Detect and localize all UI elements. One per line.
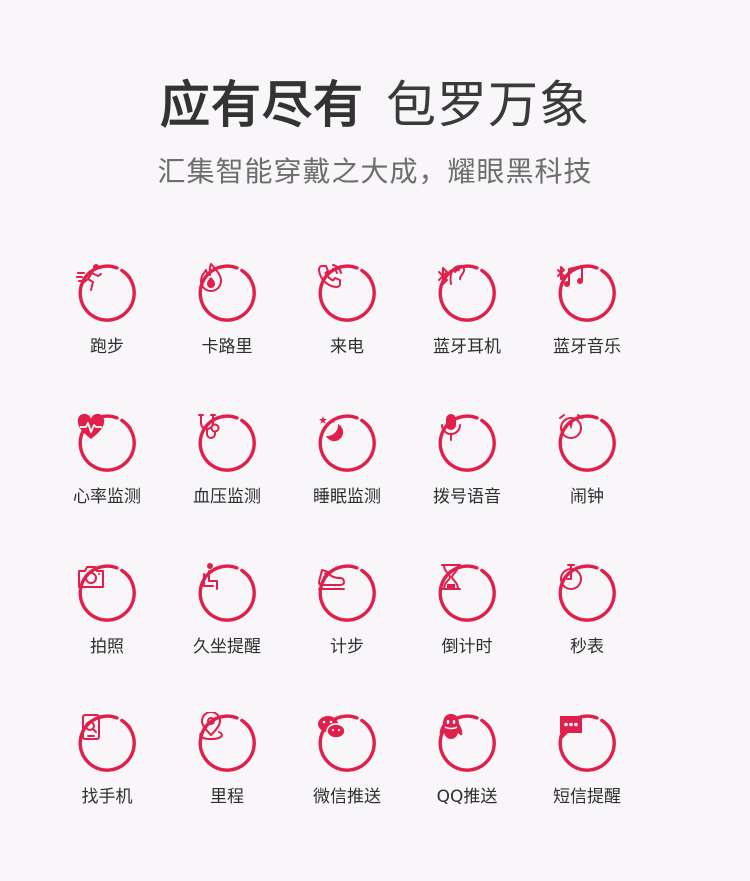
feature-label: 计步 <box>330 637 364 657</box>
feature-item: QQ推送 <box>407 712 527 808</box>
feature-icon-ring <box>556 712 618 774</box>
feature-item: 血压监测 <box>167 412 287 508</box>
page-title: 应有尽有 包罗万象 <box>0 70 750 140</box>
sitting-person-icon <box>203 563 218 590</box>
feature-item: 久坐提醒 <box>167 562 287 658</box>
microphone-icon <box>441 414 461 441</box>
feature-label: 心率监测 <box>73 487 141 507</box>
find-phone-icon <box>82 714 100 740</box>
camera-icon <box>78 566 104 588</box>
incoming-call-icon <box>318 264 342 288</box>
feature-icon-ring <box>316 262 378 324</box>
feature-icon-ring <box>556 262 618 324</box>
feature-icon-ring <box>436 562 498 624</box>
feature-item: 里程 <box>167 712 287 808</box>
feature-icon-ring <box>316 562 378 624</box>
feature-item: 闹钟 <box>527 412 647 508</box>
feature-label: 找手机 <box>81 787 133 807</box>
feature-item: 卡路里 <box>167 262 287 358</box>
title-light: 包罗万象 <box>386 76 590 134</box>
feature-icon-ring <box>196 562 258 624</box>
feature-label: QQ推送 <box>436 787 498 807</box>
hourglass-icon <box>441 564 461 590</box>
shoe-icon <box>318 569 345 590</box>
feature-item: 蓝牙耳机 <box>407 262 527 358</box>
feature-item: 秒表 <box>527 562 647 658</box>
feature-item: 来电 <box>287 262 407 358</box>
feature-label: 拨号语音 <box>433 487 501 507</box>
running-icon <box>76 264 102 291</box>
bluetooth-music-icon <box>557 265 583 287</box>
feature-icon-ring <box>76 412 138 474</box>
flame-icon <box>200 263 222 292</box>
feature-item: 拍照 <box>47 562 167 658</box>
heart-rate-icon <box>77 413 105 439</box>
stethoscope-icon <box>198 414 220 439</box>
sms-icon <box>560 716 582 739</box>
feature-icon-ring <box>76 262 138 324</box>
feature-item: 短信提醒 <box>527 712 647 808</box>
feature-label: 睡眠监测 <box>313 487 381 507</box>
feature-label: 蓝牙耳机 <box>433 337 501 357</box>
feature-icon-ring <box>196 712 258 774</box>
feature-item: 拨号语音 <box>407 412 527 508</box>
feature-label: 来电 <box>330 337 364 357</box>
feature-item: 计步 <box>287 562 407 658</box>
feature-label: 卡路里 <box>201 337 253 357</box>
feature-label: 短信提醒 <box>553 787 621 807</box>
title-bold: 应有尽有 <box>160 76 364 134</box>
feature-icon-ring <box>556 562 618 624</box>
feature-icon-ring <box>76 562 138 624</box>
feature-label: 久坐提醒 <box>193 637 261 657</box>
page: 应有尽有 包罗万象 汇集智能穿戴之大成，耀眼黑科技 跑步 卡路里 来电 蓝牙耳机 蓝牙音乐… <box>0 0 750 881</box>
wechat-icon <box>318 716 346 739</box>
feature-icon-ring <box>196 262 258 324</box>
feature-icon-ring <box>436 712 498 774</box>
feature-icon-ring <box>316 712 378 774</box>
feature-item: 睡眠监测 <box>287 412 407 508</box>
feature-item: 找手机 <box>47 712 167 808</box>
bluetooth-headset-icon <box>438 265 465 285</box>
feature-label: 里程 <box>210 787 244 807</box>
feature-label: 血压监测 <box>193 487 261 507</box>
feature-label: 秒表 <box>570 637 604 657</box>
stopwatch-icon <box>560 564 582 590</box>
feature-item: 心率监测 <box>47 412 167 508</box>
feature-item: 蓝牙音乐 <box>527 262 647 358</box>
feature-icon-ring <box>436 262 498 324</box>
page-subtitle: 汇集智能穿戴之大成，耀眼黑科技 <box>157 155 593 188</box>
feature-item: 跑步 <box>47 262 167 358</box>
feature-item: 倒计时 <box>407 562 527 658</box>
feature-icon-ring <box>436 412 498 474</box>
feature-icon-ring <box>316 412 378 474</box>
feature-icon-ring <box>76 712 138 774</box>
feature-icon-ring <box>196 412 258 474</box>
feature-icon-ring <box>556 412 618 474</box>
location-pin-icon <box>199 712 223 740</box>
feature-label: 闹钟 <box>570 487 604 507</box>
feature-label: 微信推送 <box>313 787 381 807</box>
qq-icon <box>439 714 463 739</box>
feature-label: 跑步 <box>90 337 124 357</box>
alarm-clock-icon <box>559 414 583 439</box>
feature-label: 蓝牙音乐 <box>553 337 621 357</box>
feature-label: 倒计时 <box>441 637 493 657</box>
moon-stars-icon <box>319 416 344 442</box>
feature-item: 微信推送 <box>287 712 407 808</box>
feature-label: 拍照 <box>90 637 124 657</box>
